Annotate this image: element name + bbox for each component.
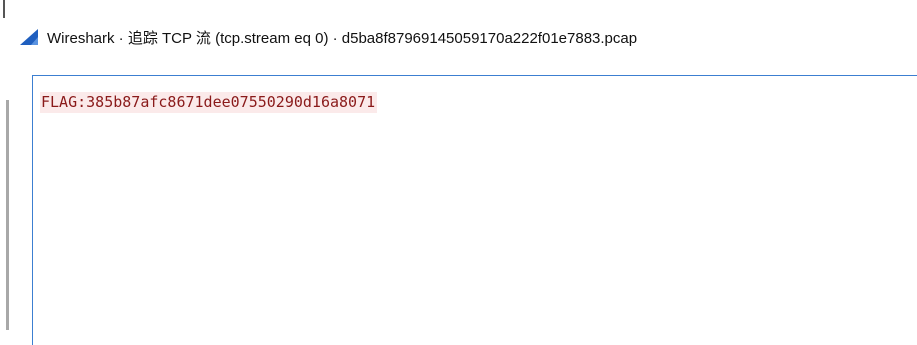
background-edge-bar	[6, 100, 9, 330]
background-window-edge	[0, 0, 9, 345]
window-title: Wireshark · 追踪 TCP 流 (tcp.stream eq 0) ·…	[47, 30, 638, 47]
wireshark-fin-icon	[19, 28, 39, 46]
background-edge-mark	[3, 0, 5, 18]
title-bar[interactable]: Wireshark · 追踪 TCP 流 (tcp.stream eq 0) ·…	[9, 0, 917, 64]
stream-content-pane[interactable]: FLAG:385b87afc8671dee07550290d16a8071	[32, 75, 917, 345]
stream-text-line[interactable]: FLAG:385b87afc8671dee07550290d16a8071	[40, 92, 378, 113]
follow-tcp-stream-window: Wireshark · 追踪 TCP 流 (tcp.stream eq 0) ·…	[0, 0, 917, 345]
